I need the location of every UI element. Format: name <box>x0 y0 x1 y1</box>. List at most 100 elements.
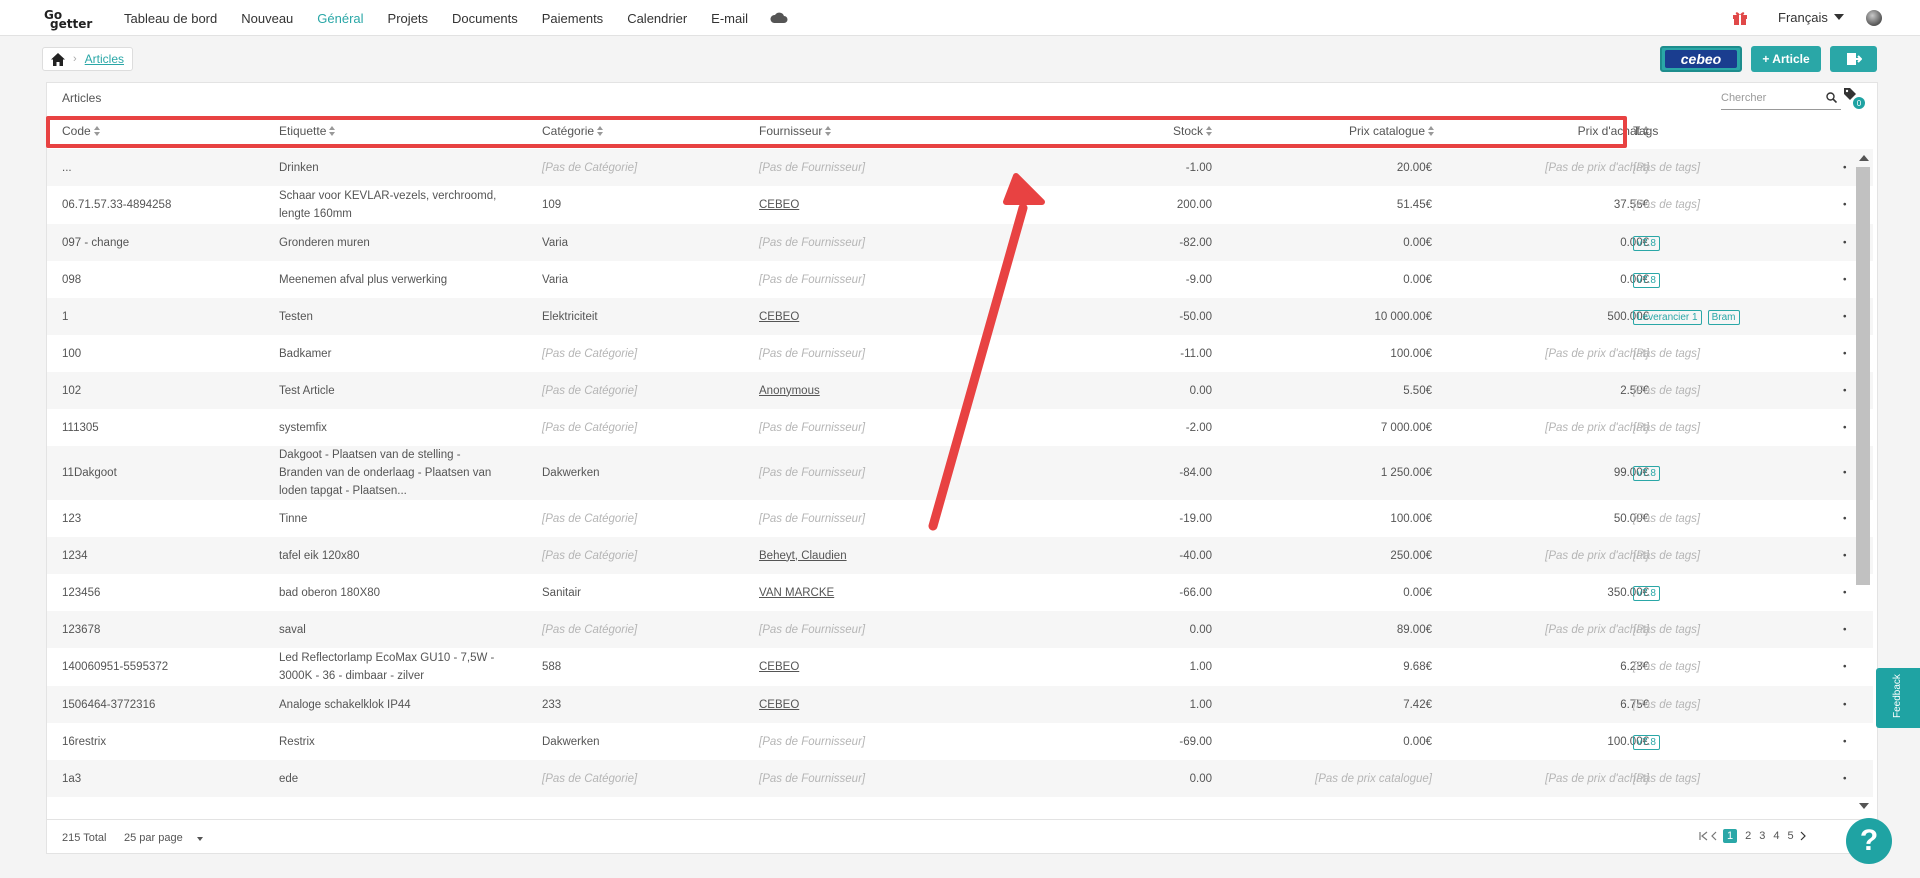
cell-supplier: [Pas de Fournisseur] <box>759 772 866 785</box>
nav-calendrier[interactable]: Calendrier <box>627 11 687 26</box>
search-icon[interactable] <box>1826 92 1837 103</box>
gogetter-logo[interactable]: Go getter <box>44 8 100 31</box>
row-menu-icon[interactable]: • <box>1843 662 1847 673</box>
cell-label: Schaar voor KEVLAR-vezels, verchroomd, l… <box>279 190 497 220</box>
row-menu-icon[interactable]: • <box>1843 237 1847 248</box>
help-button[interactable]: ? <box>1846 818 1892 864</box>
gift-icon[interactable] <box>1732 10 1748 26</box>
cell-label: Drinken <box>279 161 319 174</box>
cell-code: 06.71.57.33-4894258 <box>62 199 172 211</box>
cell-tags: [Pas de tags] <box>1633 419 1833 437</box>
table-row[interactable]: 123456 bad oberon 180X80 Sanitair VAN MARCK… <box>47 574 1873 611</box>
page-2[interactable]: 2 <box>1745 830 1751 842</box>
row-menu-icon[interactable]: • <box>1843 773 1847 784</box>
row-menu-icon[interactable]: • <box>1843 624 1847 635</box>
page-5[interactable]: 5 <box>1788 830 1794 842</box>
page-3[interactable]: 3 <box>1759 830 1765 842</box>
table-row[interactable]: 1506464-3772316 Analoge schakelklok IP44 2… <box>47 686 1873 723</box>
row-menu-icon[interactable]: • <box>1843 587 1847 598</box>
nav-nouveau[interactable]: Nouveau <box>241 11 293 26</box>
cell-code: 16restrix <box>62 735 107 748</box>
nav-email[interactable]: E-mail <box>711 11 748 26</box>
row-menu-icon[interactable]: • <box>1843 513 1847 524</box>
annotation-arrow <box>928 173 1045 531</box>
table-row[interactable]: 1a3 ede [Pas de Catégorie] [Pas de Fourniss… <box>47 760 1873 797</box>
cell-tags: [Pas de tags] <box>1633 196 1833 214</box>
breadcrumb-articles[interactable]: Articles <box>85 52 124 66</box>
page-4[interactable]: 4 <box>1773 830 1779 842</box>
scroll-up-icon[interactable] <box>1859 155 1869 161</box>
prev-page-icon[interactable] <box>1709 831 1719 841</box>
nav-paiements[interactable]: Paiements <box>542 11 603 26</box>
cell-stock: -84.00 <box>1179 467 1212 479</box>
row-menu-icon[interactable]: • <box>1843 162 1847 173</box>
row-menu-icon[interactable]: • <box>1843 699 1847 710</box>
cell-catalog: 51.45€ <box>1396 199 1432 211</box>
caret-down-icon[interactable] <box>197 837 203 841</box>
chevron-right-icon: › <box>73 53 77 65</box>
cell-category: 109 <box>542 199 562 211</box>
cell-category: Dakwerken <box>542 467 600 479</box>
cell-category: [Pas de Catégorie] <box>542 549 638 562</box>
row-menu-icon[interactable]: • <box>1843 311 1847 322</box>
tag-badge[interactable]: v7.8 <box>1633 585 1660 601</box>
page-1[interactable]: 1 <box>1723 829 1738 843</box>
cell-category: 233 <box>542 698 562 711</box>
per-page-select[interactable]: 25 par page <box>124 832 183 844</box>
cell-supplier[interactable]: CEBEO <box>759 696 1019 714</box>
no-tags-placeholder: [Pas de tags] <box>1633 161 1701 174</box>
user-avatar[interactable] <box>1866 10 1882 26</box>
tag-filter-button[interactable]: 0 <box>1843 87 1865 109</box>
feedback-tab[interactable]: Feedback <box>1876 668 1920 728</box>
row-menu-icon[interactable]: • <box>1843 348 1847 359</box>
export-icon <box>1846 53 1862 65</box>
cell-tags: [Pas de tags] <box>1633 696 1833 714</box>
row-menu-icon[interactable]: • <box>1843 550 1847 561</box>
cell-stock: -11.00 <box>1180 347 1212 360</box>
nav-general[interactable]: Général <box>317 11 363 26</box>
tag-badge[interactable]: v7.8 <box>1633 235 1660 251</box>
home-icon[interactable] <box>51 52 65 66</box>
cell-purchase: 99.00€ <box>1613 467 1649 479</box>
tag-badge[interactable]: Leverancier 1 <box>1633 309 1702 325</box>
table-row[interactable]: 140060951-5595372 Led Reflectorlamp EcoMa… <box>47 648 1873 686</box>
tag-badge[interactable]: v7.8 <box>1633 272 1660 288</box>
table-row[interactable]: 1234 tafel eik 120x80 [Pas de Catégorie] Be… <box>47 537 1873 574</box>
vertical-scrollbar[interactable] <box>1854 151 1872 813</box>
no-tags-placeholder: [Pas de tags] <box>1633 421 1701 434</box>
cebeo-import-button[interactable]: cebeo <box>1660 46 1742 72</box>
row-menu-icon[interactable]: • <box>1843 274 1847 285</box>
row-menu-icon[interactable]: • <box>1843 736 1847 747</box>
cell-code: 123 <box>62 512 82 525</box>
row-menu-icon[interactable]: • <box>1843 200 1847 211</box>
cell-category: [Pas de Catégorie] <box>542 384 638 397</box>
export-button[interactable] <box>1830 46 1877 72</box>
cell-label: Dakgoot - Plaatsen van de stelling - Bra… <box>279 449 492 497</box>
next-page-icon[interactable] <box>1798 831 1808 841</box>
cell-supplier[interactable]: VAN MARCKE <box>759 584 1019 602</box>
nav-projets[interactable]: Projets <box>388 11 428 26</box>
tag-badge[interactable]: v7.8 <box>1633 466 1660 481</box>
cloud-icon[interactable] <box>770 12 788 24</box>
table-row[interactable]: 123678 saval [Pas de Catégorie] [Pas de Fou… <box>47 611 1873 648</box>
language-selector[interactable]: Français <box>1778 10 1844 25</box>
scroll-down-icon[interactable] <box>1859 803 1869 809</box>
nav-documents[interactable]: Documents <box>452 11 518 26</box>
search-input[interactable]: Chercher <box>1721 88 1841 110</box>
tag-badge[interactable]: v7.8 <box>1633 734 1660 750</box>
row-menu-icon[interactable]: • <box>1843 468 1847 479</box>
tag-badge[interactable]: Bram <box>1707 309 1740 325</box>
cell-supplier[interactable]: Beheyt, Claudien <box>759 547 1019 565</box>
row-menu-icon[interactable]: • <box>1843 385 1847 396</box>
cell-label: ede <box>279 772 299 785</box>
cell-supplier[interactable]: CEBEO <box>759 658 1019 676</box>
cell-purchase: 6.75€ <box>1620 698 1649 711</box>
scrollbar-thumb[interactable] <box>1856 167 1870 585</box>
row-menu-icon[interactable]: • <box>1843 422 1847 433</box>
cell-stock: -69.00 <box>1179 735 1212 748</box>
table-row[interactable]: 16restrix Restrix Dakwerken [Pas de Fournis… <box>47 723 1873 760</box>
nav-tableau-de-bord[interactable]: Tableau de bord <box>124 11 217 26</box>
add-article-button[interactable]: + Article <box>1751 46 1821 72</box>
first-page-icon[interactable] <box>1699 831 1709 841</box>
total-count: 215 Total <box>62 832 107 844</box>
